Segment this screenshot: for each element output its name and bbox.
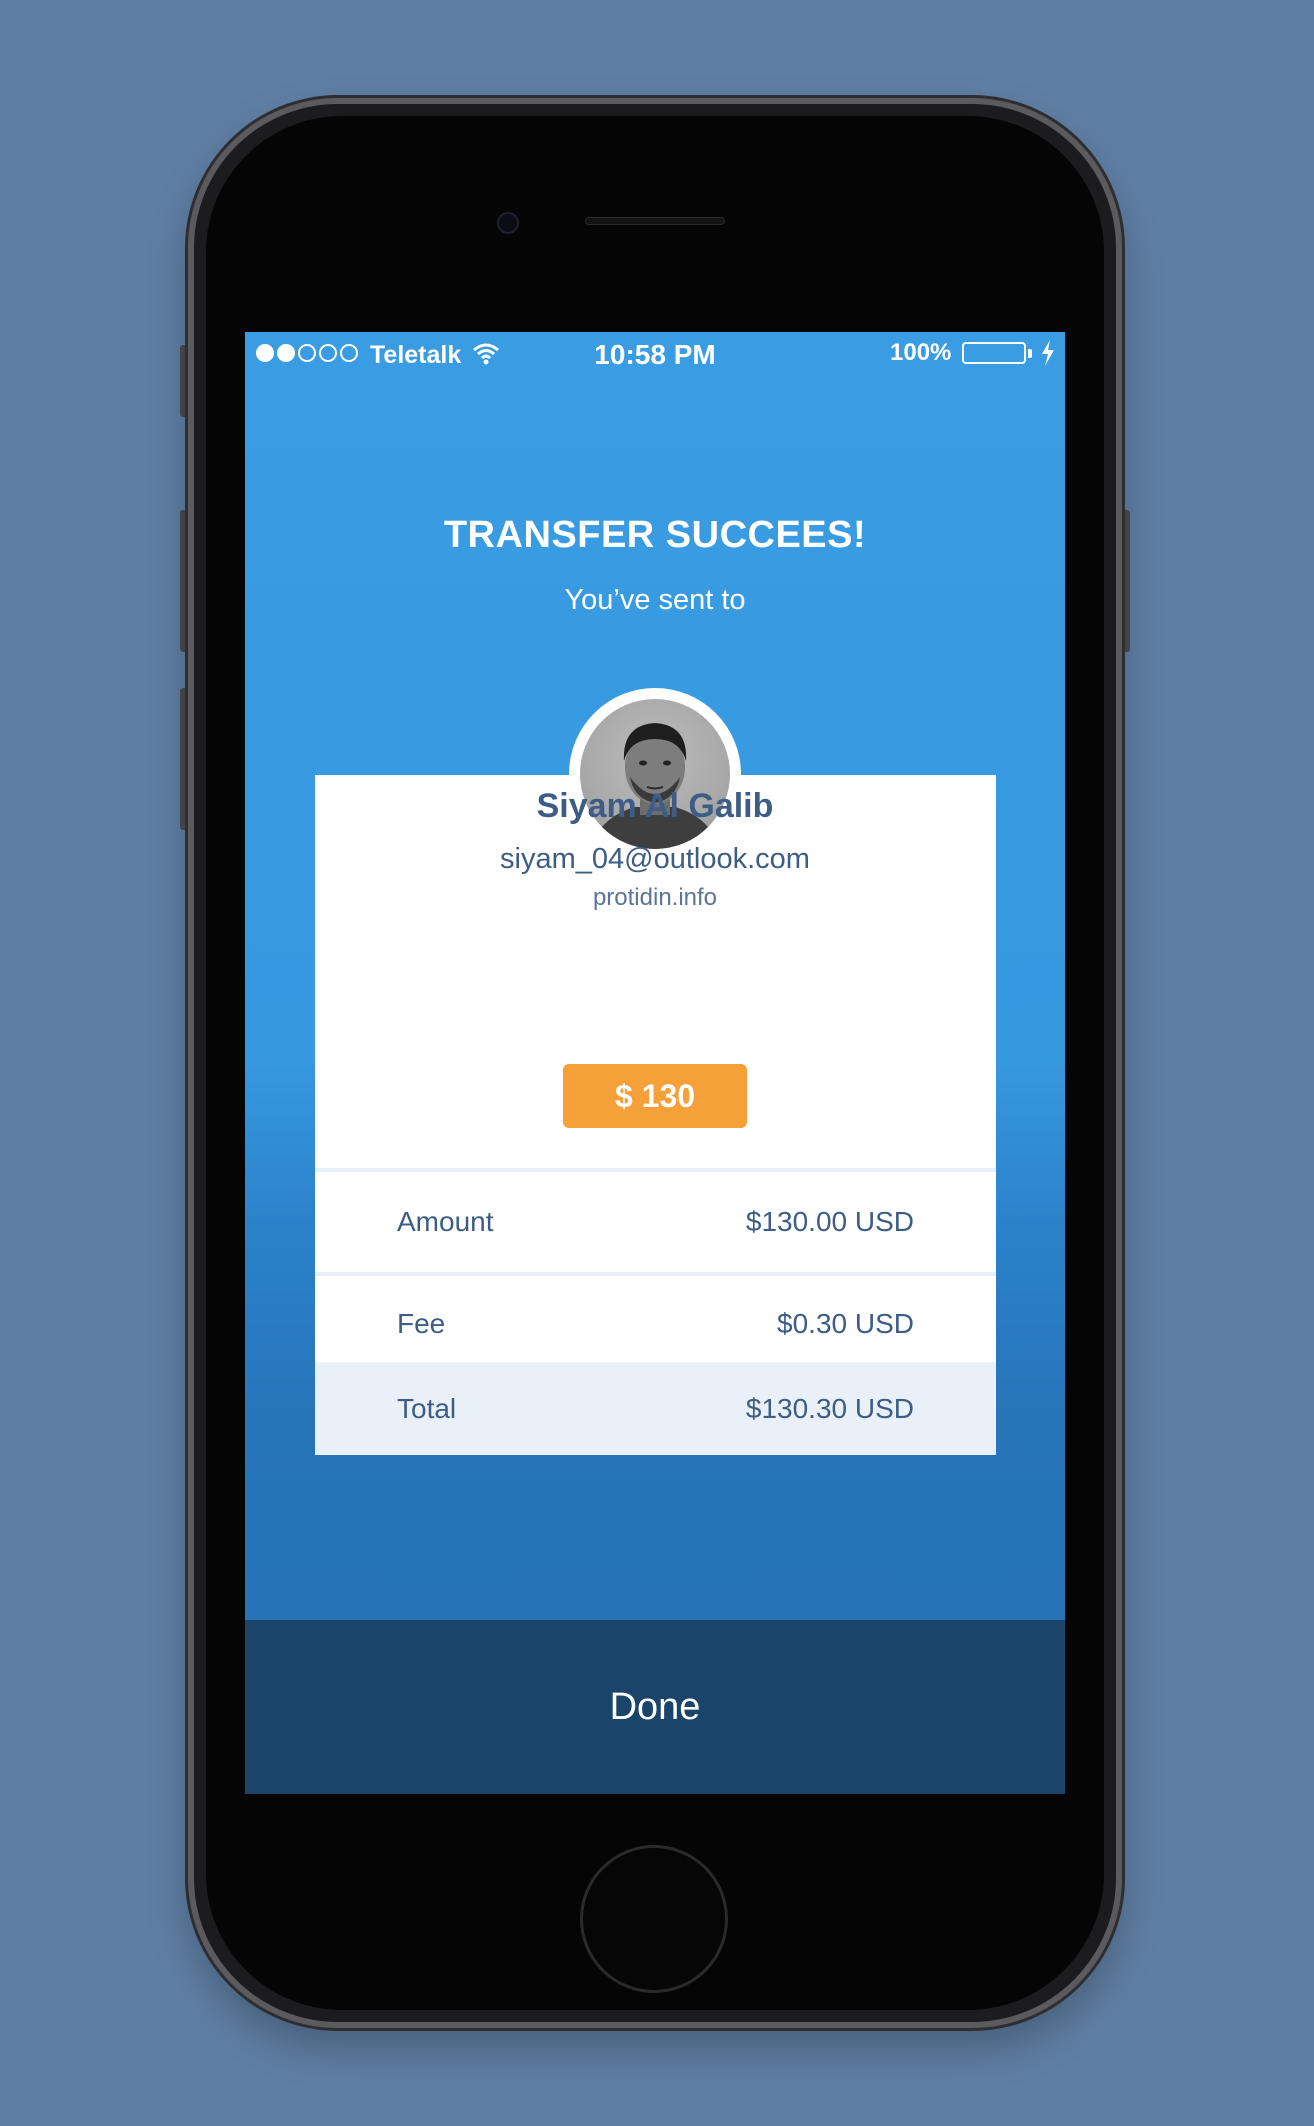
summary-value: $130.30 USD: [745, 1392, 914, 1424]
power-button: [1122, 510, 1130, 652]
earpiece-speaker: [585, 217, 725, 225]
home-button[interactable]: [580, 1845, 728, 1993]
summary-label: Fee: [397, 1308, 446, 1339]
summary-row-amount: Amount $130.00 USD: [315, 1172, 996, 1272]
charging-bolt-icon: [1041, 340, 1055, 373]
summary-label: Amount: [397, 1206, 494, 1237]
summary-row-total: Total $130.30 USD: [315, 1362, 996, 1455]
summary-row-fee: Fee $0.30 USD: [315, 1276, 996, 1372]
volume-up-button: [180, 510, 188, 652]
summary-value: $130.00 USD: [745, 1206, 914, 1237]
front-camera: [497, 212, 519, 234]
battery-icon: [962, 342, 1026, 364]
battery-tip: [1028, 349, 1032, 358]
summary-value: $0.30 USD: [777, 1308, 914, 1339]
done-button[interactable]: Done: [245, 1620, 1065, 1794]
recipient-email: siyam_04@outlook.com: [500, 843, 810, 875]
amount-badge: $ 130: [563, 1064, 747, 1128]
battery-percentage: 100%: [890, 339, 952, 366]
avatar-ring: [569, 688, 741, 860]
recipient-website: protidin.info: [592, 884, 718, 911]
volume-down-button: [180, 688, 188, 830]
summary-label: Total: [397, 1392, 457, 1424]
app-screen: Teletalk 10:58 PM 100% TRANSFER SUCCEES!…: [245, 332, 1065, 1794]
status-bar: Teletalk 10:58 PM 100%: [245, 332, 1065, 376]
avatar: [580, 699, 730, 849]
page-subtitle: You’ve sent to: [564, 584, 746, 616]
recipient-name: Siyam Al Galib: [536, 787, 774, 825]
page-title: TRANSFER SUCCEES!: [443, 514, 867, 556]
silent-switch: [180, 345, 188, 417]
